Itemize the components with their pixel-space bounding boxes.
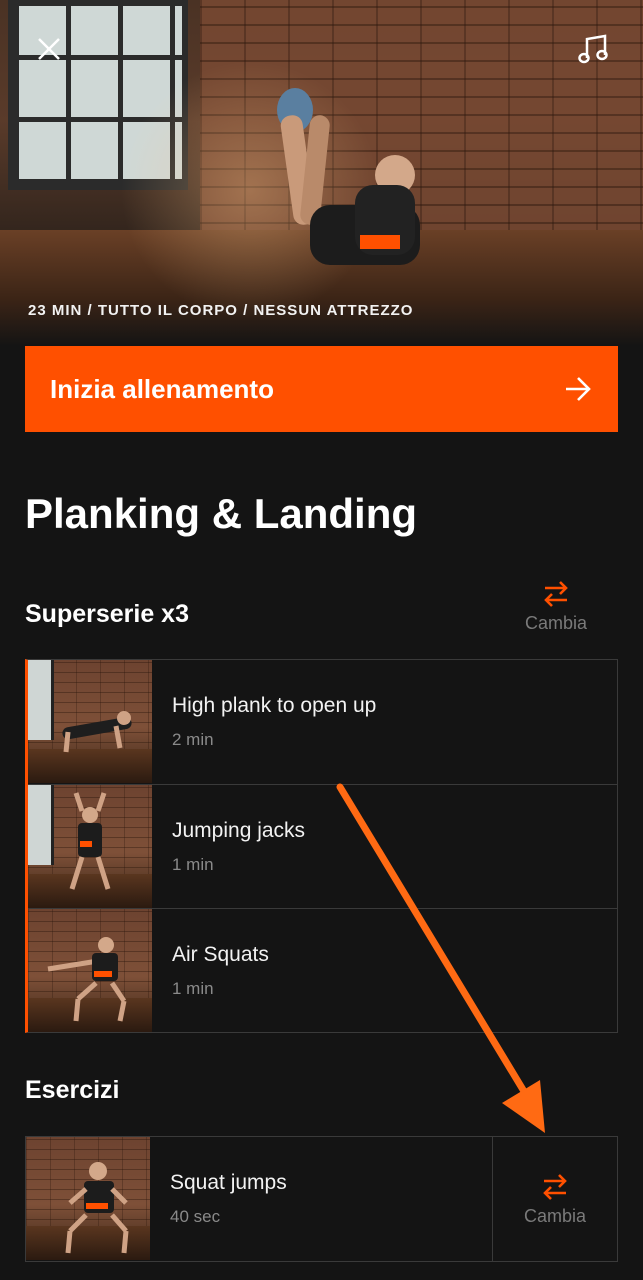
hero-caption: 23 MIN / TUTTO IL CORPO / NESSUN ATTREZZ… <box>28 302 414 319</box>
list-item[interactable]: Air Squats 1 min <box>28 908 617 1032</box>
exercise-duration: 1 min <box>172 854 214 874</box>
close-button[interactable] <box>32 32 66 66</box>
arrow-right-icon <box>566 377 591 401</box>
superset-swap-button[interactable]: Cambia <box>515 574 597 638</box>
swap-label: Cambia <box>523 1205 587 1226</box>
exercises-list: Squat jumps 40 sec Cambia <box>25 1136 618 1262</box>
superset-title: Superserie x3 <box>25 600 189 628</box>
start-workout-label: Inizia allenamento <box>50 373 274 404</box>
exercise-thumbnail <box>28 909 152 1032</box>
exercise-name: Jumping jacks <box>172 818 306 842</box>
music-button[interactable] <box>572 28 614 70</box>
athlete-figure <box>277 88 420 265</box>
exercise-name: High plank to open up <box>172 694 377 717</box>
swap-icon <box>543 1173 567 1200</box>
superset-list: High plank to open up 2 min Jumping jack… <box>25 659 618 1033</box>
exercises-title: Esercizi <box>25 1076 120 1104</box>
workout-title: Planking & Landing <box>25 490 418 537</box>
exercise-thumbnail <box>28 785 152 908</box>
exercise-duration: 1 min <box>172 978 214 998</box>
music-note-icon <box>578 34 608 64</box>
exercise-thumbnail <box>26 1137 150 1260</box>
list-item[interactable]: Jumping jacks 1 min <box>28 784 617 908</box>
list-item[interactable]: High plank to open up 2 min <box>28 660 617 784</box>
hero-image: 23 MIN / TUTTO IL CORPO / NESSUN ATTREZZ… <box>0 0 643 346</box>
swap-icon <box>544 580 568 607</box>
list-item[interactable]: Squat jumps 40 sec Cambia <box>26 1137 617 1261</box>
exercise-duration: 2 min <box>172 730 214 749</box>
exercise-name: Squat jumps <box>170 1171 287 1194</box>
close-icon <box>38 38 60 60</box>
exercise-duration: 40 sec <box>170 1207 221 1226</box>
exercise-thumbnail <box>28 660 152 783</box>
exercise-swap-button[interactable]: Cambia <box>492 1137 617 1261</box>
start-workout-button[interactable]: Inizia allenamento <box>25 346 618 432</box>
swap-label: Cambia <box>524 612 588 633</box>
exercise-name: Air Squats <box>172 942 269 966</box>
